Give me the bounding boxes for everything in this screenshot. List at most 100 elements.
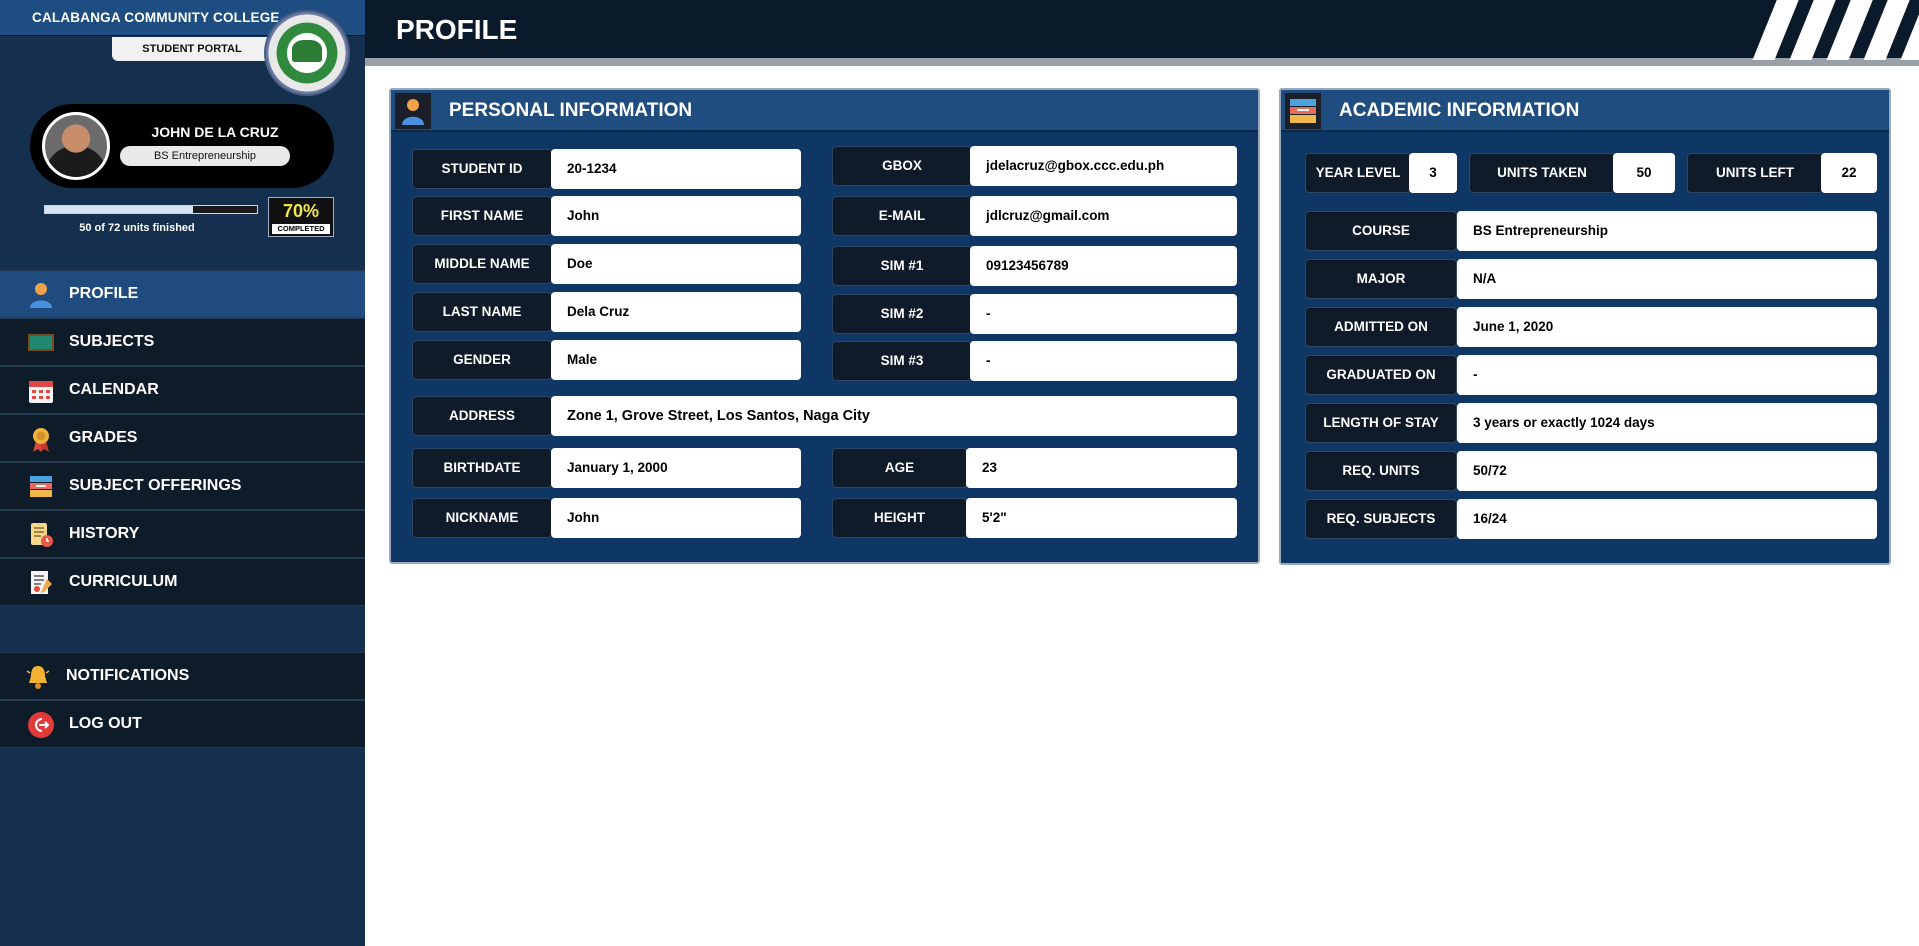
sim1-value: 09123456789 xyxy=(970,246,1237,286)
email-value: jdlcruz@gmail.com xyxy=(970,196,1237,236)
nav-item-notifications[interactable]: NOTIFICATIONS xyxy=(0,652,365,700)
nickname-label: NICKNAME xyxy=(412,498,552,538)
student-id-value: 20-1234 xyxy=(551,149,801,189)
sim1-label: SIM #1 xyxy=(832,246,972,286)
gbox-label: GBOX xyxy=(832,146,972,186)
units-progress-fill xyxy=(45,206,194,213)
nav-label: CALENDAR xyxy=(69,381,159,398)
units-left-value: 22 xyxy=(1821,153,1877,193)
personal-information-panel: PERSONAL INFORMATION STUDENT ID 20-1234 … xyxy=(389,88,1260,564)
panel-title: PERSONAL INFORMATION xyxy=(449,100,693,121)
course-value: BS Entrepreneurship xyxy=(1457,211,1877,251)
completion-percent: 70% xyxy=(282,201,320,221)
length-of-stay-value: 3 years or exactly 1024 days xyxy=(1457,403,1877,443)
gbox-value: jdelacruz@gbox.ccc.edu.ph xyxy=(970,146,1237,186)
chalkboard-icon xyxy=(28,334,54,351)
books-icon xyxy=(1285,93,1321,129)
major-value: N/A xyxy=(1457,259,1877,299)
email-label: E-MAIL xyxy=(832,196,972,236)
academic-information-panel: ACADEMIC INFORMATION YEAR LEVEL 3 UNITS … xyxy=(1279,88,1891,565)
sim2-label: SIM #2 xyxy=(832,294,972,334)
nav-label: SUBJECTS xyxy=(69,333,155,350)
course-label: COURSE xyxy=(1305,211,1457,251)
address-value: Zone 1, Grove Street, Los Santos, Naga C… xyxy=(551,396,1237,436)
college-seal-logo xyxy=(264,10,350,96)
nav-label: SUBJECT OFFERINGS xyxy=(69,477,242,494)
student-profile-card: JOHN DE LA CRUZ BS Entrepreneurship xyxy=(30,104,334,188)
completion-badge: 70% COMPLETED xyxy=(268,197,334,237)
gender-label: GENDER xyxy=(412,340,552,380)
header-divider xyxy=(365,58,1919,66)
middle-name-label: MIDDLE NAME xyxy=(412,244,552,284)
nav-item-subjects[interactable]: SUBJECTS xyxy=(0,318,365,366)
panel-title: ACADEMIC INFORMATION xyxy=(1339,100,1580,121)
bell-icon xyxy=(26,666,50,689)
admitted-on-value: June 1, 2020 xyxy=(1457,307,1877,347)
student-name: JOHN DE LA CRUZ xyxy=(151,124,279,140)
document-pen-icon xyxy=(31,571,52,594)
nav-label: PROFILE xyxy=(69,285,139,302)
units-progress-text: 50 of 72 units finished xyxy=(79,222,195,234)
portal-label: STUDENT PORTAL xyxy=(112,37,272,61)
age-value: 23 xyxy=(966,448,1237,488)
req-subjects-label: REQ. SUBJECTS xyxy=(1305,499,1457,539)
nav-item-history[interactable]: HISTORY xyxy=(0,510,365,558)
page-title: PROFILE xyxy=(396,14,518,45)
major-label: MAJOR xyxy=(1305,259,1457,299)
gender-value: Male xyxy=(551,340,801,380)
req-units-value: 50/72 xyxy=(1457,451,1877,491)
height-label: HEIGHT xyxy=(832,498,967,538)
birthdate-value: January 1, 2000 xyxy=(551,448,801,488)
college-name: CALABANGA COMMUNITY COLLEGE xyxy=(32,10,280,25)
last-name-value: Dela Cruz xyxy=(551,292,801,332)
req-units-label: REQ. UNITS xyxy=(1305,451,1457,491)
logout-icon xyxy=(28,712,54,738)
panel-header: ACADEMIC INFORMATION xyxy=(1281,90,1889,132)
sim2-value: - xyxy=(970,294,1237,334)
nav-label: NOTIFICATIONS xyxy=(66,667,190,684)
nav-label: LOG OUT xyxy=(69,715,142,732)
year-level-label: YEAR LEVEL xyxy=(1305,153,1411,193)
person-icon xyxy=(30,283,52,308)
medal-icon xyxy=(33,428,49,452)
header-stripes-decoration xyxy=(1745,0,1919,60)
nav-item-profile[interactable]: PROFILE xyxy=(0,270,365,318)
year-level-value: 3 xyxy=(1409,153,1457,193)
calendar-icon xyxy=(29,381,53,403)
top-header xyxy=(365,0,1919,58)
sim3-value: - xyxy=(970,341,1237,381)
first-name-value: John xyxy=(551,196,801,236)
avatar xyxy=(42,112,110,180)
graduated-on-label: GRADUATED ON xyxy=(1305,355,1457,395)
nav-label: GRADES xyxy=(69,429,138,446)
age-label: AGE xyxy=(832,448,967,488)
graduated-on-value: - xyxy=(1457,355,1877,395)
completion-label: COMPLETED xyxy=(272,224,330,234)
panel-header: PERSONAL INFORMATION xyxy=(391,90,1258,132)
admitted-on-label: ADMITTED ON xyxy=(1305,307,1457,347)
units-taken-value: 50 xyxy=(1613,153,1675,193)
nav-item-logout[interactable]: LOG OUT xyxy=(0,700,365,748)
sim3-label: SIM #3 xyxy=(832,341,972,381)
units-left-label: UNITS LEFT xyxy=(1687,153,1823,193)
person-icon xyxy=(395,93,431,129)
nav-item-subject-offerings[interactable]: SUBJECT OFFERINGS xyxy=(0,462,365,510)
nav-item-calendar[interactable]: CALENDAR xyxy=(0,366,365,414)
nav-label: HISTORY xyxy=(69,525,140,542)
length-of-stay-label: LENGTH OF STAY xyxy=(1305,403,1457,443)
nickname-value: John xyxy=(551,498,801,538)
sidebar: CALABANGA COMMUNITY COLLEGE STUDENT PORT… xyxy=(0,0,365,946)
course-badge: BS Entrepreneurship xyxy=(120,146,290,166)
books-icon xyxy=(30,476,52,497)
req-subjects-value: 16/24 xyxy=(1457,499,1877,539)
student-id-label: STUDENT ID xyxy=(412,149,552,189)
address-label: ADDRESS xyxy=(412,396,552,436)
last-name-label: LAST NAME xyxy=(412,292,552,332)
nav-item-grades[interactable]: GRADES xyxy=(0,414,365,462)
height-value: 5'2" xyxy=(966,498,1237,538)
units-taken-label: UNITS TAKEN xyxy=(1469,153,1615,193)
birthdate-label: BIRTHDATE xyxy=(412,448,552,488)
units-progress-bar xyxy=(44,205,258,214)
nav-label: CURRICULUM xyxy=(69,573,178,590)
nav-item-curriculum[interactable]: CURRICULUM xyxy=(0,558,365,606)
